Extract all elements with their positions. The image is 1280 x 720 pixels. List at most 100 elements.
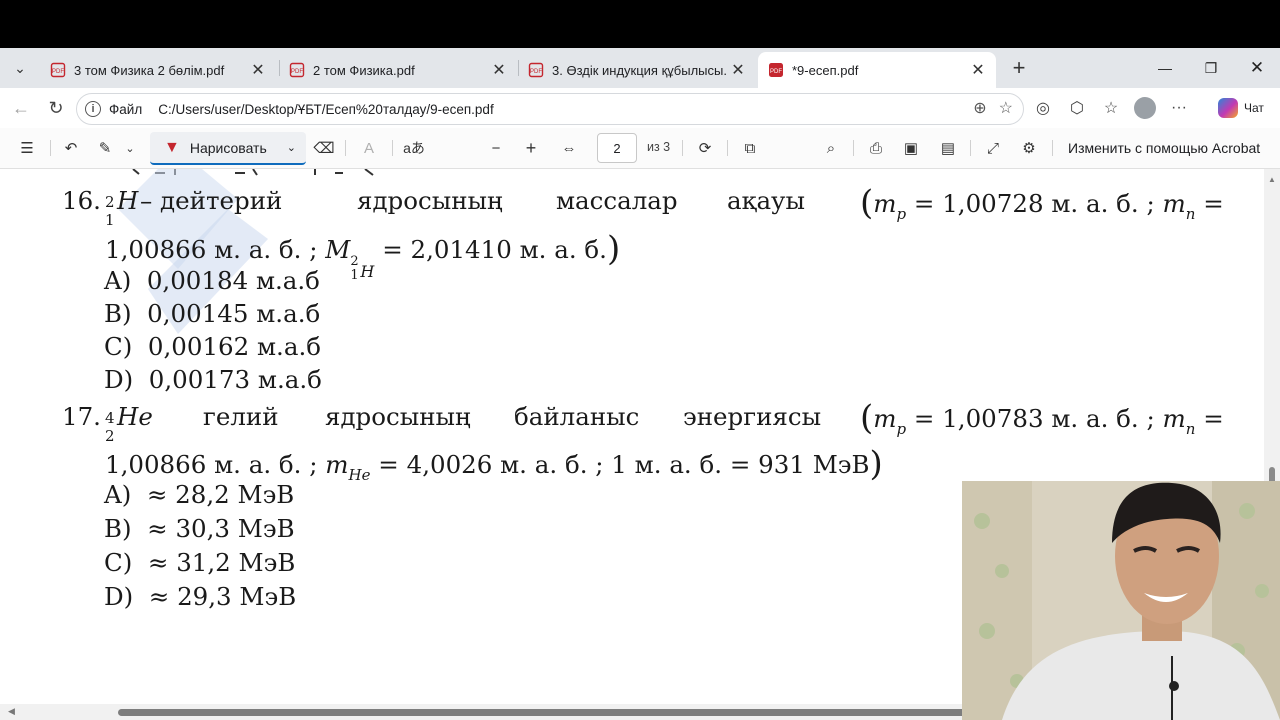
q16-given-line-1: (mp = 1,00728 м. а. б. ; mn = [860,183,1224,223]
print-icon[interactable]: ⎙ [862,136,890,160]
tab-1[interactable]: PDF 3 том Физика 2 бөлім.pdf ✕ [40,52,276,88]
question-17-isotope: 4 2 He [105,402,153,445]
q17-option-a[interactable]: A) ≈ 28,2 МэВ [104,480,294,509]
site-label: Файл [109,101,143,117]
question-16-number: 16. [62,186,101,215]
chat-label: Чат [1244,101,1264,115]
tab-title: 2 том Физика.pdf [313,62,415,78]
favorite-star-icon[interactable]: ☆ [999,98,1013,118]
toolbar-divider [1052,140,1053,156]
arrow-left-icon: ← [12,97,30,118]
fullscreen-icon[interactable]: ⤢ [979,136,1007,160]
undo-icon[interactable]: ↶ [58,136,84,160]
q17-word-4: энергиясы [683,402,822,431]
q17-word-1: гелий [203,402,279,431]
toolbar-divider [853,140,854,156]
toolbar-divider [50,140,51,156]
tab-list-button[interactable]: ⌄ [6,54,34,82]
toolbar-divider [727,140,728,156]
zoom-in-icon[interactable]: + [519,136,543,160]
toolbar-divider [682,140,683,156]
toolbar-divider [392,140,393,156]
favorites-icon[interactable]: ☆ [1094,95,1128,121]
address-bar-row: ← ↻ i Файл C:/Users/user/Desktop/ҰБТ/Есе… [0,88,1280,128]
copilot-chat-button[interactable]: Чат [1212,94,1274,122]
svg-text:PDF: PDF [530,69,542,75]
tab-title: *9-есеп.pdf [792,62,859,78]
eraser-icon[interactable]: ⌫ [311,136,337,160]
isotope-mass: 2 [105,193,115,211]
svg-text:PDF: PDF [770,69,782,75]
q16-option-d[interactable]: D) 0,00173 м.а.б [104,365,322,394]
question-17-number: 17. [62,402,101,431]
edit-with-acrobat-button[interactable]: Изменить с помощью Acrobat [1068,140,1260,156]
settings-gear-icon[interactable]: ⚙ [1015,136,1043,160]
tab-title: 3. Өздік индукция құбылысы. Инд [552,62,726,78]
restore-button[interactable]: ❐ [1191,56,1231,80]
save-icon[interactable]: ▣ [897,136,925,160]
toolbar-divider [345,140,346,156]
isotope-symbol: H [117,186,139,215]
reload-button[interactable]: ↻ [43,95,69,121]
contents-list-icon[interactable]: ☰ [14,136,40,160]
tab-2[interactable]: PDF 2 том Физика.pdf ✕ [279,52,517,88]
q17-word-2: ядросының [325,402,471,431]
q17-option-d[interactable]: D) ≈ 29,3 МэВ [104,582,296,611]
search-icon[interactable]: ⌕ [817,136,845,160]
more-icon[interactable]: ··· [1162,95,1196,121]
draw-label: Нарисовать [189,139,267,156]
tab-4-active[interactable]: PDF *9-есеп.pdf ✕ [758,52,996,88]
close-icon[interactable]: ✕ [726,58,750,82]
close-icon[interactable]: ✕ [246,58,270,82]
close-icon[interactable]: ✕ [966,58,990,82]
page-count-label: из 3 [647,140,671,154]
performance-icon[interactable]: ◎ [1026,95,1060,121]
save-as-icon[interactable]: ▤ [934,136,962,160]
toolbar-right: ◎ ⬡ ☆ ··· [1026,95,1196,121]
pdf-icon: PDF [289,62,305,78]
address-bar[interactable]: i Файл C:/Users/user/Desktop/ҰБТ/Есеп%20… [76,93,1024,125]
rotate-icon[interactable]: ⟳ [691,136,719,160]
zoom-out-icon[interactable]: − [484,136,508,160]
avatar [1134,97,1156,119]
pdf-icon: PDF [50,62,66,78]
refresh-icon: ↻ [48,97,64,118]
back-button[interactable]: ← [8,95,34,121]
tab-strip: ⌄ PDF 3 том Физика 2 бөлім.pdf ✕ PDF 2 т… [0,48,1280,88]
close-icon[interactable]: ✕ [487,58,511,82]
q16-word-2: ядросының [357,186,503,215]
q16-option-a[interactable]: A) 0,00184 м.а.б [104,266,320,295]
zoom-icon[interactable]: ⊕ [973,98,986,118]
copilot-icon [1218,98,1238,118]
read-aloud-icon[interactable]: A [356,136,382,160]
svg-text:PDF: PDF [291,69,303,75]
translate-icon[interactable]: aあ [400,136,428,160]
info-icon: i [85,101,101,117]
q17-option-b[interactable]: B) ≈ 30,3 МэВ [104,514,295,543]
toolbar-divider [970,140,971,156]
q16-option-c[interactable]: C) 0,00162 м.а.б [104,332,321,361]
q16-option-b[interactable]: B) 0,00145 м.а.б [104,299,320,328]
scroll-up-icon[interactable]: ▲ [1268,175,1276,184]
new-tab-button[interactable]: + [1005,54,1033,82]
page-view-icon[interactable]: ⧉ [736,136,764,160]
url-text[interactable]: C:/Users/user/Desktop/ҰБТ/Есеп%20талдау/… [158,102,494,117]
highlight-icon[interactable]: ✎ [92,136,118,160]
scroll-left-icon[interactable]: ◀ [8,706,15,717]
svg-text:PDF: PDF [52,69,64,75]
tab-3[interactable]: PDF 3. Өздік индукция құбылысы. Инд ✕ [518,52,756,88]
minimize-button[interactable]: — [1145,56,1185,80]
profile-button[interactable] [1128,95,1162,121]
q16-word-1: – дейтерий [140,186,283,215]
scrollbar-thumb[interactable] [118,709,1018,716]
page-number-input[interactable]: 2 [597,133,637,163]
chevron-down-icon[interactable]: ⌄ [120,136,140,160]
draw-button[interactable]: ▼ Нарисовать ⌄ [150,132,306,165]
extensions-icon[interactable]: ⬡ [1060,95,1094,121]
presenter-video [962,481,1280,720]
q16-given-line-2: 1,00866 м. а. б. ; M 2 1 H = 2,01410 м. … [105,229,621,283]
q17-option-c[interactable]: C) ≈ 31,2 МэВ [104,548,295,577]
pdf-icon: PDF [769,63,783,77]
fit-width-icon[interactable]: ⇔ [555,136,583,160]
close-window-button[interactable]: ✕ [1237,56,1277,80]
